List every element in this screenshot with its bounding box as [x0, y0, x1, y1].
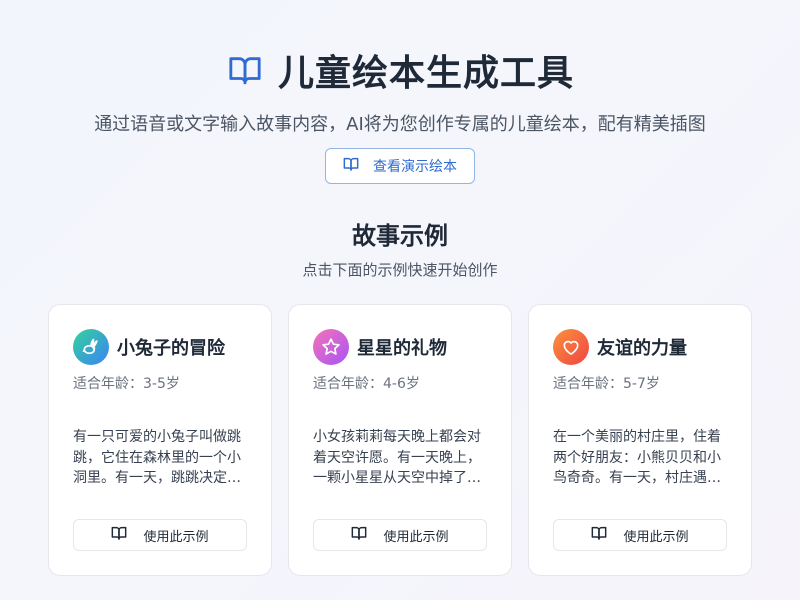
example-card-friendship[interactable]: 友谊的力量 适合年龄：5-7岁 在一个美丽的村庄里，住着两个好朋友：小熊贝贝和小… [528, 304, 752, 576]
star-icon [313, 329, 349, 365]
book-open-icon [226, 51, 264, 89]
book-open-icon [591, 525, 607, 545]
page-subtitle: 通过语音或文字输入故事内容，AI将为您创作专属的儿童绘本，配有精美插图 [94, 114, 706, 135]
card-description: 小女孩莉莉每天晚上都会对着天空许愿。有一天晚上，一颗小星星从天空中掉了下来，落在… [313, 429, 481, 486]
example-card-star[interactable]: 星星的礼物 适合年龄：4-6岁 小女孩莉莉每天晚上都会对着天空许愿。有一天晚上，… [288, 304, 512, 576]
card-title: 星星的礼物 [357, 338, 447, 359]
use-example-button[interactable]: 使用此示例 [73, 519, 247, 551]
rabbit-icon [73, 329, 109, 365]
examples-title: 故事示例 [352, 222, 448, 250]
use-example-button[interactable]: 使用此示例 [553, 519, 727, 551]
view-demo-button[interactable]: 查看演示绘本 [325, 148, 475, 184]
page-title: 儿童绘本生成工具 [277, 53, 574, 94]
card-age: 适合年龄：3-5岁 [73, 376, 180, 392]
title-row: 儿童绘本生成工具 [0, 44, 800, 96]
card-title: 友谊的力量 [597, 338, 687, 359]
card-description: 在一个美丽的村庄里，住着两个好朋友：小熊贝贝和小鸟奇奇。有一天，村庄遇到了大风暴… [553, 429, 721, 486]
book-open-icon [351, 525, 367, 545]
card-age: 适合年龄：5-7岁 [553, 376, 660, 392]
use-example-label: 使用此示例 [383, 529, 449, 545]
card-description: 有一只可爱的小兔子叫做跳跳，它住在森林里的一个小洞里。有一天，跳跳决定去探索森林… [73, 429, 241, 486]
header: 儿童绘本生成工具 通过语音或文字输入故事内容，AI将为您创作专属的儿童绘本，配有… [0, 44, 800, 136]
book-open-icon [111, 525, 127, 545]
card-header: 星星的礼物 [313, 329, 447, 365]
example-card-rabbit[interactable]: 小兔子的冒险 适合年龄：3-5岁 有一只可爱的小兔子叫做跳跳，它住在森林里的一个… [48, 304, 272, 576]
use-example-label: 使用此示例 [143, 529, 209, 545]
card-title: 小兔子的冒险 [117, 338, 225, 359]
use-example-button[interactable]: 使用此示例 [313, 519, 487, 551]
book-open-icon [343, 156, 359, 176]
examples-subtitle: 点击下面的示例快速开始创作 [302, 261, 498, 279]
card-age: 适合年龄：4-6岁 [313, 376, 420, 392]
use-example-label: 使用此示例 [623, 529, 689, 545]
card-header: 小兔子的冒险 [73, 329, 225, 365]
heart-icon [553, 329, 589, 365]
view-demo-label: 查看演示绘本 [373, 159, 457, 175]
card-header: 友谊的力量 [553, 329, 687, 365]
